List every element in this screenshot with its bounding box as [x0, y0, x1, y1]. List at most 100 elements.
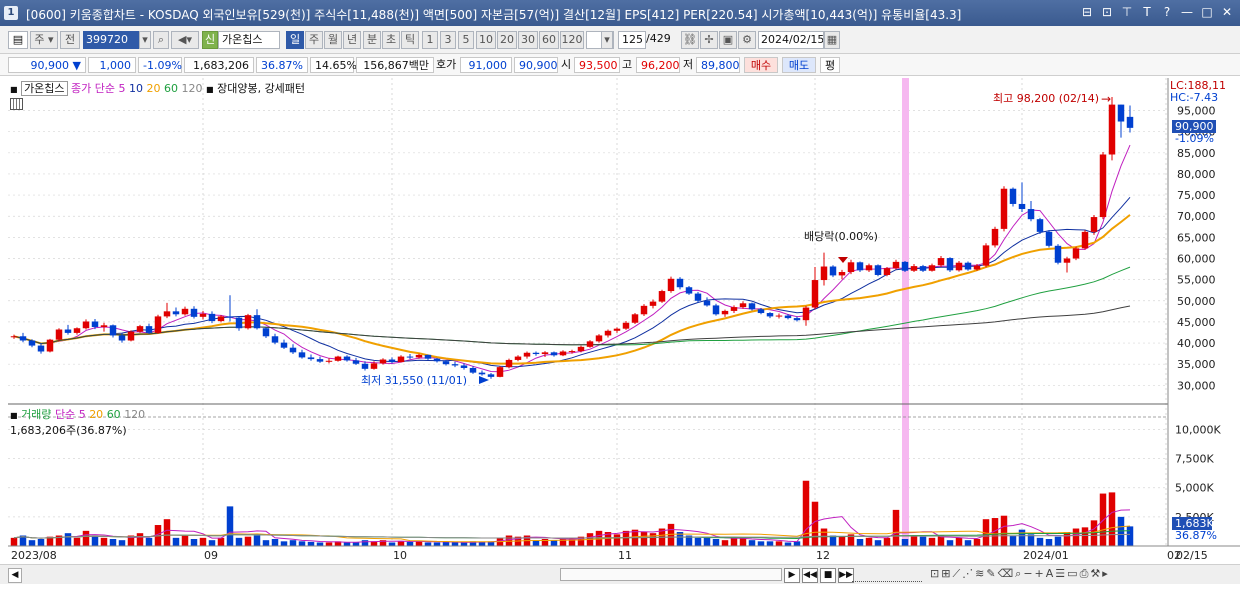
- help-icon[interactable]: ?: [1160, 5, 1174, 19]
- channel-icon[interactable]: ≋: [975, 567, 986, 580]
- layout-icon[interactable]: ⊡: [930, 567, 941, 580]
- crosshair-icon[interactable]: ✢: [700, 31, 718, 49]
- price-tick-label: 60,000: [1177, 252, 1216, 265]
- interval-120-button[interactable]: 120: [560, 31, 584, 49]
- sync-icon[interactable]: ⛓: [681, 31, 699, 49]
- legend-stock-name[interactable]: 가온칩스: [21, 81, 68, 96]
- interval-1-button[interactable]: 1: [422, 31, 438, 49]
- search-icon[interactable]: ⌕: [153, 31, 169, 49]
- link-icon[interactable]: ⊟: [1080, 5, 1094, 19]
- save-icon[interactable]: ▣: [719, 31, 737, 49]
- image-icon[interactable]: ▭: [1067, 567, 1079, 580]
- interval-10-button[interactable]: 10: [476, 31, 496, 49]
- volume-legend-ma5[interactable]: 5: [79, 408, 86, 421]
- close-button[interactable]: ✕: [1220, 5, 1234, 19]
- zoom-slider[interactable]: [852, 568, 922, 582]
- zoom-out-icon[interactable]: −: [1023, 567, 1034, 580]
- candle-up: [397, 356, 405, 363]
- volume-legend-ma60[interactable]: 60: [107, 408, 121, 421]
- volume-bar: [1036, 537, 1044, 546]
- period-day-button[interactable]: 일: [286, 31, 304, 49]
- chart-scrollbar[interactable]: ◀ ▶ ◀◀ ■ ▶▶ ⊡⊞⟋⋰≋✎⌫⌕−+A☰▭⎙⚒▸: [0, 564, 1240, 584]
- eraser-icon[interactable]: ⌫: [998, 567, 1016, 580]
- legend-pattern[interactable]: 장대양봉, 강세패턴: [217, 82, 305, 95]
- scroll-thumb[interactable]: [560, 568, 782, 581]
- volume-legend-ma120[interactable]: 120: [124, 408, 145, 421]
- stock-name-field[interactable]: 가온칩스: [218, 31, 280, 49]
- interval-dropdown-icon[interactable]: ▾: [601, 31, 613, 49]
- legend-ma20[interactable]: 20: [147, 82, 161, 95]
- volume-legend-toggle-icon[interactable]: ■: [10, 411, 18, 420]
- sound-icon[interactable]: ◀▾: [171, 31, 199, 49]
- candle-up: [82, 321, 90, 329]
- legend-toggle-icon[interactable]: ■: [10, 85, 18, 94]
- prev-button[interactable]: 전: [60, 31, 80, 49]
- tools-icon[interactable]: ⚒: [1090, 567, 1102, 580]
- stock-chart[interactable]: 95,00090,00085,00080,00075,00070,00065,0…: [0, 76, 1240, 564]
- price-tick-label: 65,000: [1177, 231, 1216, 244]
- legend-toggle-icon-2[interactable]: ■: [206, 85, 214, 94]
- interval-5-button[interactable]: 5: [458, 31, 474, 49]
- candle-down: [190, 308, 198, 317]
- grid-table-icon[interactable]: [10, 98, 23, 110]
- volume-tick-label: 7,500K: [1175, 453, 1214, 466]
- minimize-button[interactable]: —: [1180, 5, 1194, 19]
- stock-code-input[interactable]: 399720: [83, 31, 139, 49]
- zoom-in-icon[interactable]: +: [1035, 567, 1046, 580]
- scroll-right-button[interactable]: ▶: [784, 568, 800, 583]
- maximize-button[interactable]: □: [1200, 5, 1214, 19]
- interval-3-button[interactable]: 3: [440, 31, 456, 49]
- fibonacci-icon[interactable]: ⋰: [962, 567, 975, 580]
- text-icon[interactable]: A: [1046, 567, 1056, 580]
- interval-60-button[interactable]: 60: [539, 31, 559, 49]
- volume-legend-ma20[interactable]: 20: [89, 408, 103, 421]
- volume-legend-name[interactable]: 거래량: [21, 408, 51, 421]
- interval-20-button[interactable]: 20: [497, 31, 517, 49]
- code-dropdown-icon[interactable]: ▾: [139, 31, 151, 49]
- legend-ma60[interactable]: 60: [164, 82, 178, 95]
- candle-down: [901, 261, 909, 271]
- scroll-left-button[interactable]: ◀: [8, 568, 22, 583]
- rewind-icon[interactable]: ◀◀: [802, 568, 818, 583]
- stock-type-select[interactable]: 주 ▾: [30, 31, 58, 49]
- scroll-right-edge-icon[interactable]: ▸: [1102, 567, 1110, 580]
- volume-legend-ma-label[interactable]: 단순: [55, 408, 75, 421]
- list-icon[interactable]: ☰: [1055, 567, 1067, 580]
- period-year-button[interactable]: 년: [343, 31, 361, 49]
- candle-up: [667, 278, 675, 292]
- price-tick-label: 35,000: [1177, 358, 1216, 371]
- period-month-button[interactable]: 월: [324, 31, 342, 49]
- date-input[interactable]: 2024/02/15: [758, 31, 824, 49]
- gear-icon[interactable]: ⚙: [738, 31, 756, 49]
- pen-icon[interactable]: ✎: [986, 567, 997, 580]
- period-second-button[interactable]: 초: [382, 31, 400, 49]
- candle-down: [361, 363, 369, 369]
- candle-up: [496, 367, 504, 377]
- volume-bar: [532, 540, 540, 546]
- pin-icon[interactable]: ⊤: [1120, 5, 1134, 19]
- restore-layout-icon[interactable]: ⊡: [1100, 5, 1114, 19]
- volume-bar: [550, 540, 558, 546]
- calendar-icon[interactable]: ▦: [824, 31, 840, 49]
- print-icon[interactable]: ⎙: [1080, 567, 1091, 580]
- sell-button[interactable]: 매도: [782, 57, 816, 73]
- legend-ma-label[interactable]: 종가 단순: [71, 82, 115, 95]
- period-week-button[interactable]: 주: [305, 31, 323, 49]
- price-tick-label: 75,000: [1177, 189, 1216, 202]
- volume-bar: [226, 506, 234, 546]
- candle-down: [388, 359, 396, 363]
- chart-menu-icon[interactable]: ▤: [8, 31, 28, 49]
- period-tick-button[interactable]: 틱: [401, 31, 419, 49]
- evaluate-button[interactable]: 평: [820, 57, 840, 73]
- legend-ma10[interactable]: 10: [129, 82, 143, 95]
- font-size-icon[interactable]: T: [1140, 5, 1154, 19]
- stop-icon[interactable]: ■: [820, 568, 836, 583]
- buy-button[interactable]: 매수: [744, 57, 778, 73]
- legend-ma120[interactable]: 120: [182, 82, 203, 95]
- interval-30-button[interactable]: 30: [518, 31, 538, 49]
- period-minute-button[interactable]: 분: [363, 31, 381, 49]
- legend-ma5[interactable]: 5: [119, 82, 126, 95]
- trendline-icon[interactable]: ⟋: [952, 567, 962, 580]
- compare-icon[interactable]: ⊞: [941, 567, 952, 580]
- bar-count-input[interactable]: 125: [618, 31, 646, 49]
